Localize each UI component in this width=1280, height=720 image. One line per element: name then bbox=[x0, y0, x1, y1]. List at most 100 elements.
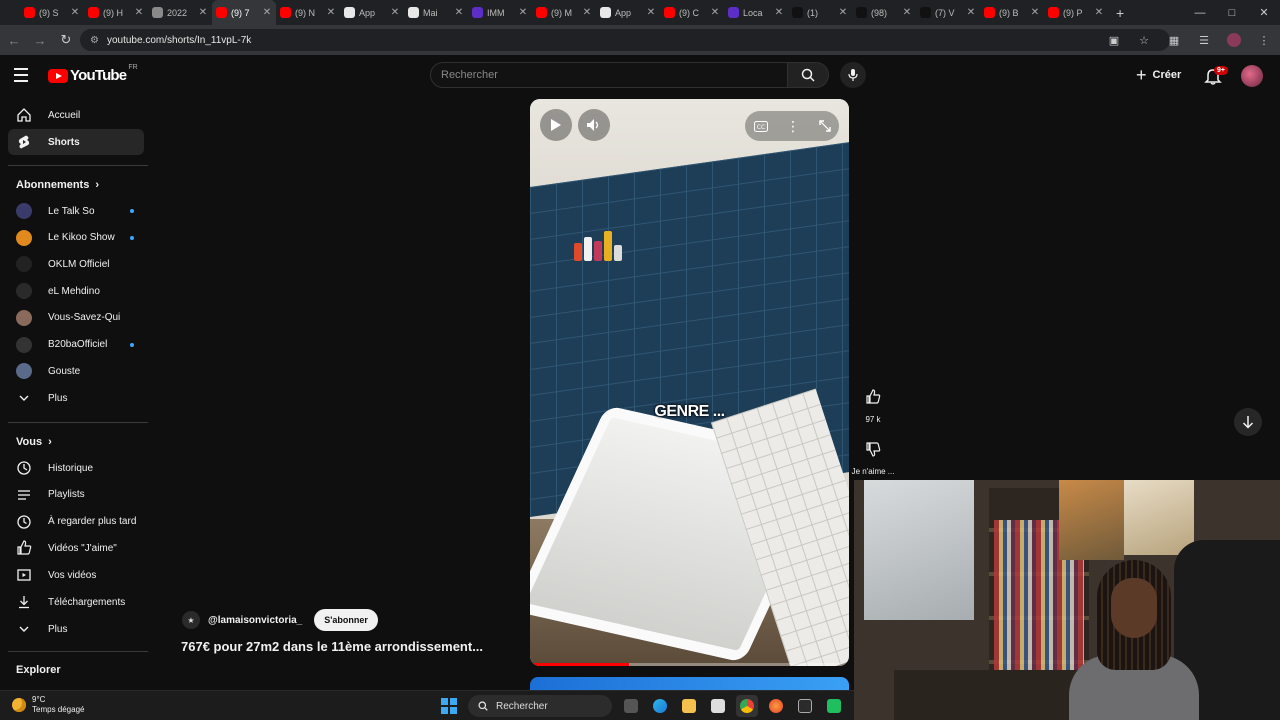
search-input[interactable]: Rechercher bbox=[430, 62, 788, 88]
next-short-preview[interactable] bbox=[530, 677, 849, 690]
voice-search-button[interactable] bbox=[840, 62, 866, 88]
back-icon[interactable]: ← bbox=[2, 28, 26, 52]
tab-close-icon[interactable]: ✕ bbox=[902, 7, 912, 18]
browser-tab[interactable]: (98) ✕ bbox=[852, 0, 916, 25]
browser-tab[interactable]: Mai ✕ bbox=[404, 0, 468, 25]
task-view-icon[interactable] bbox=[620, 695, 642, 717]
media-control-icon[interactable]: ☰ bbox=[1194, 29, 1214, 51]
browser-tab[interactable]: (9) 7 ✕ bbox=[212, 0, 276, 25]
thumbs-up-icon[interactable] bbox=[859, 383, 887, 411]
sidebar-item-history[interactable]: Historique bbox=[8, 455, 144, 481]
you-heading[interactable]: Vous › bbox=[16, 436, 52, 448]
sidebar-item-accueil[interactable]: Accueil bbox=[8, 102, 144, 128]
fullscreen-icon[interactable] bbox=[814, 115, 836, 137]
weather-widget[interactable]: 9°C Temps dégagé bbox=[12, 695, 84, 715]
captions-icon[interactable]: CC bbox=[750, 115, 772, 137]
tab-close-icon[interactable]: ✕ bbox=[1030, 7, 1040, 18]
sidebar-subscription[interactable]: Le Talk So bbox=[8, 198, 144, 224]
short-video-player[interactable]: GENRE ... CC ⋮ bbox=[530, 99, 849, 666]
sidebar-subscription[interactable]: B20baOfficiel bbox=[8, 332, 144, 358]
search-button[interactable] bbox=[787, 62, 829, 88]
bookmark-star-icon[interactable]: ☆ bbox=[1134, 29, 1154, 51]
sidebar-item-shorts[interactable]: Shorts bbox=[8, 129, 144, 155]
browser-tab[interactable]: IMM ✕ bbox=[468, 0, 532, 25]
sidebar-item-watch-later[interactable]: À regarder plus tard bbox=[8, 509, 144, 535]
tab-close-icon[interactable]: ✕ bbox=[838, 7, 848, 18]
browser-tab[interactable]: (9) S ✕ bbox=[20, 0, 84, 25]
browser-tab[interactable]: (1) ✕ bbox=[788, 0, 852, 25]
store-icon[interactable] bbox=[707, 695, 729, 717]
tab-close-icon[interactable]: ✕ bbox=[454, 7, 464, 18]
volume-button[interactable] bbox=[578, 109, 610, 141]
create-button[interactable]: + Créer bbox=[1136, 64, 1181, 86]
reload-icon[interactable]: ↻ bbox=[54, 28, 78, 52]
sidebar-more-subscriptions[interactable]: Plus bbox=[8, 385, 144, 411]
minimize-icon[interactable]: — bbox=[1184, 0, 1216, 25]
tab-close-icon[interactable]: ✕ bbox=[390, 7, 400, 18]
dislike-action[interactable]: Je n'aime ... bbox=[852, 435, 894, 476]
short-title[interactable]: 767€ pour 27m2 dans le 11ème arrondissem… bbox=[181, 639, 483, 654]
menu-icon[interactable] bbox=[14, 65, 34, 85]
tab-close-icon[interactable]: ✕ bbox=[326, 7, 336, 18]
browser-tab[interactable]: (9) C ✕ bbox=[660, 0, 724, 25]
subscribe-button[interactable]: S'abonner bbox=[314, 609, 378, 631]
browser-tab[interactable]: App ✕ bbox=[596, 0, 660, 25]
tab-close-icon[interactable]: ✕ bbox=[198, 7, 208, 18]
sidebar-item-downloads[interactable]: Téléchargements bbox=[8, 589, 144, 615]
url-bar[interactable]: ⚙ youtube.com/shorts/In_11vpL-7k bbox=[80, 29, 1170, 51]
file-explorer-icon[interactable] bbox=[678, 695, 700, 717]
sidebar-more-you[interactable]: Plus bbox=[8, 616, 144, 642]
new-tab-icon[interactable]: + bbox=[1116, 5, 1124, 21]
more-options-icon[interactable]: ⋮ bbox=[782, 115, 804, 137]
subscriptions-heading[interactable]: Abonnements › bbox=[16, 179, 99, 191]
sidebar-item-playlists[interactable]: Playlists bbox=[8, 482, 144, 508]
sidebar-subscription[interactable]: OKLM Officiel bbox=[8, 251, 144, 277]
browser-tab[interactable]: Loca ✕ bbox=[724, 0, 788, 25]
windows-start-icon[interactable] bbox=[441, 698, 457, 714]
tab-close-icon[interactable]: ✕ bbox=[774, 7, 784, 18]
sidebar-subscription[interactable]: eL Mehdino bbox=[8, 278, 144, 304]
browser-tab[interactable]: (9) B ✕ bbox=[980, 0, 1044, 25]
thumbs-down-icon[interactable] bbox=[859, 435, 887, 463]
green-app-icon[interactable] bbox=[823, 695, 845, 717]
channel-avatar[interactable]: ★ bbox=[182, 611, 200, 629]
tab-close-icon[interactable]: ✕ bbox=[1094, 7, 1104, 18]
tab-close-icon[interactable]: ✕ bbox=[582, 7, 592, 18]
site-info-icon[interactable]: ⚙ bbox=[90, 35, 99, 46]
edge-icon[interactable] bbox=[649, 695, 671, 717]
tab-close-icon[interactable]: ✕ bbox=[134, 7, 144, 18]
firefox-icon[interactable] bbox=[765, 695, 787, 717]
browser-tab[interactable]: 2022 ✕ bbox=[148, 0, 212, 25]
channel-name[interactable]: @lamaisonvictoria_ bbox=[208, 615, 302, 626]
maximize-icon[interactable]: □ bbox=[1216, 0, 1248, 25]
sidebar-subscription[interactable]: Gouste bbox=[8, 358, 144, 384]
tab-close-icon[interactable]: ✕ bbox=[646, 7, 656, 18]
forward-icon[interactable]: → bbox=[28, 28, 52, 52]
tab-close-icon[interactable]: ✕ bbox=[518, 7, 528, 18]
browser-tab[interactable]: (9) N ✕ bbox=[276, 0, 340, 25]
tab-close-icon[interactable]: ✕ bbox=[710, 7, 720, 18]
profile-icon[interactable] bbox=[1224, 29, 1244, 51]
account-avatar[interactable] bbox=[1241, 65, 1263, 87]
youtube-logo[interactable]: YouTube FR bbox=[48, 64, 138, 84]
sidebar-item-liked[interactable]: Vidéos "J'aime" bbox=[8, 535, 144, 561]
close-window-icon[interactable]: ✕ bbox=[1248, 0, 1280, 25]
taskbar-search[interactable]: Rechercher bbox=[468, 695, 612, 717]
chrome-icon[interactable] bbox=[736, 695, 758, 717]
tab-close-icon[interactable]: ✕ bbox=[70, 7, 80, 18]
play-button[interactable] bbox=[540, 109, 572, 141]
tab-close-icon[interactable]: ✕ bbox=[262, 7, 272, 18]
next-short-button[interactable] bbox=[1234, 408, 1262, 436]
video-progress-bar[interactable] bbox=[530, 663, 849, 666]
tab-close-icon[interactable]: ✕ bbox=[966, 7, 976, 18]
browser-tab[interactable]: App ✕ bbox=[340, 0, 404, 25]
streaming-app-icon[interactable] bbox=[794, 695, 816, 717]
browser-tab[interactable]: (9) P ✕ bbox=[1044, 0, 1108, 25]
browser-tab[interactable]: (7) V ✕ bbox=[916, 0, 980, 25]
sidebar-subscription[interactable]: Le Kikoo Show bbox=[8, 225, 144, 251]
browser-tab[interactable]: (9) M ✕ bbox=[532, 0, 596, 25]
browser-tab[interactable]: (9) H ✕ bbox=[84, 0, 148, 25]
browser-menu-icon[interactable]: ⋮ bbox=[1254, 29, 1274, 51]
install-app-icon[interactable]: ▣ bbox=[1104, 29, 1124, 51]
sidebar-item-your-videos[interactable]: Vos vidéos bbox=[8, 562, 144, 588]
